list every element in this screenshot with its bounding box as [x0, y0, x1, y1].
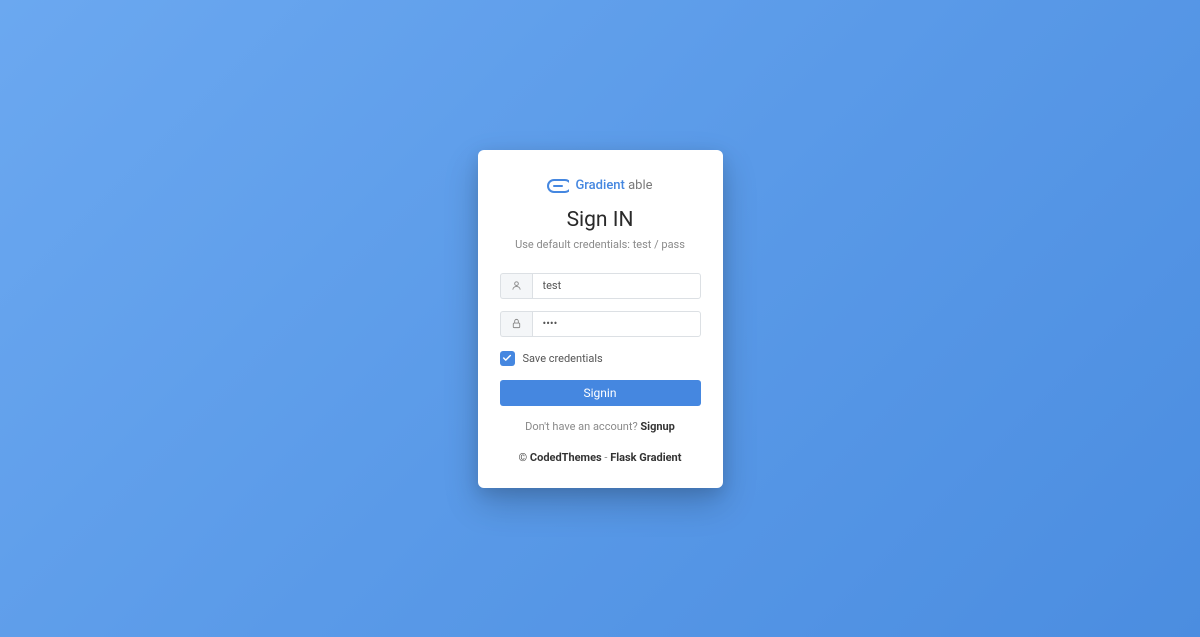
footer-link-flask-gradient[interactable]: Flask Gradient [610, 451, 681, 464]
save-credentials-checkbox[interactable] [500, 351, 515, 366]
signin-card: Gradient able Sign IN Use default creden… [478, 150, 723, 488]
logo-suffix: able [628, 178, 652, 193]
page-title: Sign IN [567, 208, 634, 232]
footer: © CodedThemes - Flask Gradient [519, 451, 682, 464]
username-group [500, 273, 701, 299]
logo-icon [547, 178, 569, 194]
signup-row: Don't have an account? Signup [525, 420, 675, 433]
user-icon [500, 273, 532, 299]
footer-separator: - [602, 451, 611, 464]
logo-brand: Gradient [575, 178, 624, 193]
footer-copyright: © [519, 451, 530, 464]
password-input[interactable] [532, 311, 701, 337]
subtitle: Use default credentials: test / pass [515, 238, 685, 251]
logo: Gradient able [547, 178, 652, 194]
signup-prompt: Don't have an account? [525, 420, 640, 433]
signup-link[interactable]: Signup [640, 420, 674, 433]
lock-icon [500, 311, 532, 337]
logo-text: Gradient able [575, 178, 652, 193]
signin-button[interactable]: Signin [500, 380, 701, 406]
save-credentials-label: Save credentials [523, 352, 603, 365]
password-group [500, 311, 701, 337]
save-credentials-row: Save credentials [500, 351, 701, 366]
username-input[interactable] [532, 273, 701, 299]
footer-link-codedthemes[interactable]: CodedThemes [530, 451, 602, 464]
